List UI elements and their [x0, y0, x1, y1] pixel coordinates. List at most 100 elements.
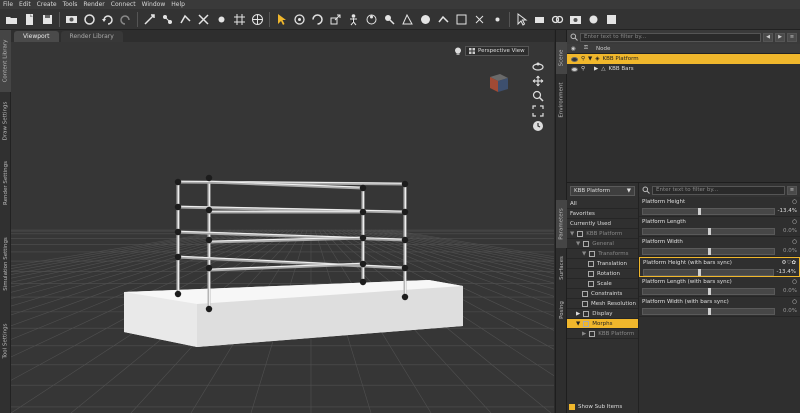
category-item[interactable]: Rotation — [567, 269, 638, 279]
category-item[interactable]: Constraints — [567, 289, 638, 299]
tool-icon[interactable] — [435, 11, 452, 28]
category-item[interactable]: ▼ Morphs — [567, 319, 638, 329]
tab-tool-settings[interactable]: Tool Settings — [0, 312, 11, 370]
tool-icon[interactable] — [399, 11, 416, 28]
slider-thumb[interactable] — [698, 207, 702, 215]
parameter-row[interactable]: Platform Width (with bars sync) ○ 0.0% — [639, 297, 800, 317]
menu-edit[interactable]: Edit — [19, 1, 31, 8]
eye-icon[interactable] — [571, 56, 578, 62]
tab-render-settings[interactable]: Render Settings — [0, 150, 11, 216]
param-options-icon[interactable]: ○ — [792, 239, 797, 245]
category-item[interactable]: Translation — [567, 259, 638, 269]
move-icon[interactable] — [249, 11, 266, 28]
select-arrow-icon[interactable] — [273, 11, 290, 28]
expand-icon[interactable]: ▼ — [588, 56, 592, 62]
parameter-value[interactable]: -13.4% — [776, 269, 796, 275]
tab-environment[interactable]: Environment — [556, 76, 567, 124]
save-icon[interactable] — [39, 11, 56, 28]
expand-icon[interactable]: ▶ — [594, 66, 598, 72]
render-settings-icon[interactable] — [549, 11, 566, 28]
tab-content-library[interactable]: Content Library — [0, 30, 11, 92]
region-icon[interactable] — [363, 11, 380, 28]
parameter-slider[interactable] — [642, 227, 775, 235]
tool-icon[interactable] — [531, 11, 548, 28]
category-item[interactable]: ▶ Display — [567, 309, 638, 319]
parameter-value[interactable]: 0.0% — [777, 288, 797, 294]
tab-simulation-settings[interactable]: Simulation Settings — [0, 216, 11, 312]
joint-editor-icon[interactable] — [381, 11, 398, 28]
parameter-slider[interactable] — [642, 207, 775, 215]
node-icon[interactable] — [159, 11, 176, 28]
slider-thumb[interactable] — [707, 247, 711, 255]
tool-icon[interactable] — [453, 11, 470, 28]
new-file-icon[interactable] — [21, 11, 38, 28]
grid-icon[interactable] — [231, 11, 248, 28]
category-item[interactable]: ▼ KBB Platform — [567, 229, 638, 239]
spin-icon[interactable] — [309, 11, 326, 28]
parameter-row[interactable]: Platform Length (with bars sync) ○ 0.0% — [639, 277, 800, 297]
tab-render-library[interactable]: Render Library — [60, 31, 123, 42]
orbit-icon[interactable] — [532, 60, 544, 72]
params-menu-button[interactable]: ≡ — [787, 185, 797, 195]
expand-icon[interactable]: ▼ — [570, 231, 574, 237]
tool-icon[interactable] — [417, 11, 434, 28]
tool-icon[interactable] — [585, 11, 602, 28]
menu-window[interactable]: Window — [142, 1, 166, 8]
scene-back-button[interactable]: ◀ — [763, 32, 773, 42]
tool-icon[interactable] — [489, 11, 506, 28]
camera-dropdown[interactable]: Perspective View — [465, 46, 529, 56]
tab-draw-settings[interactable]: Draw Settings — [0, 92, 11, 150]
toggle-icon[interactable] — [81, 11, 98, 28]
tab-viewport[interactable]: Viewport — [14, 31, 59, 42]
redo-icon[interactable] — [117, 11, 134, 28]
category-item[interactable]: Favorites — [567, 209, 638, 219]
navigation-cube-icon[interactable] — [488, 72, 510, 94]
tool-icon[interactable] — [195, 11, 212, 28]
tool-icon[interactable] — [603, 11, 620, 28]
show-sub-items-checkbox[interactable]: Show Sub Items — [569, 404, 622, 410]
reset-view-icon[interactable] — [532, 120, 544, 132]
parameter-slider[interactable] — [642, 307, 775, 315]
menu-file[interactable]: File — [3, 1, 13, 8]
parameter-row[interactable]: Platform Height (with bars sync) ⚙♡✿ -13.4… — [639, 257, 800, 277]
parameter-row[interactable]: Platform Height ○ -13.4% — [639, 197, 800, 217]
category-item[interactable]: ▼ General — [567, 239, 638, 249]
light-bulb-icon[interactable] — [454, 47, 462, 56]
tab-scene[interactable]: Scene — [556, 42, 567, 74]
scene-filter-input[interactable]: Enter text to filter by... — [580, 32, 761, 42]
menu-tools[interactable]: Tools — [63, 1, 78, 8]
parameter-slider[interactable] — [642, 247, 775, 255]
tab-posing[interactable]: Posing — [556, 292, 567, 328]
tab-parameters[interactable]: Parameters — [556, 200, 567, 248]
menu-connect[interactable]: Connect — [111, 1, 136, 8]
category-item[interactable]: Mesh Resolution — [567, 299, 638, 309]
scene-node[interactable]: ⚲ ▼ ◈ KBB Platform — [567, 54, 800, 64]
parameter-slider[interactable] — [642, 287, 775, 295]
camera-selector[interactable]: Perspective View — [454, 46, 529, 56]
category-item[interactable]: Currently Used — [567, 219, 638, 229]
render-icon[interactable] — [63, 11, 80, 28]
rotate-icon[interactable] — [291, 11, 308, 28]
joint-icon[interactable] — [177, 11, 194, 28]
scene-forward-button[interactable]: ▶ — [775, 32, 785, 42]
scale-icon[interactable] — [327, 11, 344, 28]
expand-icon[interactable]: ▶ — [582, 331, 586, 337]
slider-thumb[interactable] — [698, 268, 702, 276]
pose-icon[interactable] — [345, 11, 362, 28]
tab-surfaces[interactable]: Surfaces — [556, 250, 567, 286]
parameter-slider[interactable] — [643, 268, 774, 276]
expand-icon[interactable]: ▶ — [576, 311, 580, 317]
param-options-icon[interactable]: ○ — [792, 279, 797, 285]
parameter-value[interactable]: 0.0% — [777, 308, 797, 314]
pan-icon[interactable] — [532, 75, 544, 87]
param-options-icon[interactable]: ○ — [792, 219, 797, 225]
undo-icon[interactable] — [99, 11, 116, 28]
transform-icon[interactable] — [141, 11, 158, 28]
param-options-icon[interactable]: ○ — [792, 299, 797, 305]
menu-help[interactable]: Help — [171, 1, 185, 8]
expand-icon[interactable]: ▼ — [582, 251, 586, 257]
node-select-dropdown[interactable]: KBB Platform ▼ — [570, 186, 635, 196]
parameter-value[interactable]: -13.4% — [777, 208, 797, 214]
slider-thumb[interactable] — [707, 227, 711, 235]
menu-create[interactable]: Create — [37, 1, 57, 8]
